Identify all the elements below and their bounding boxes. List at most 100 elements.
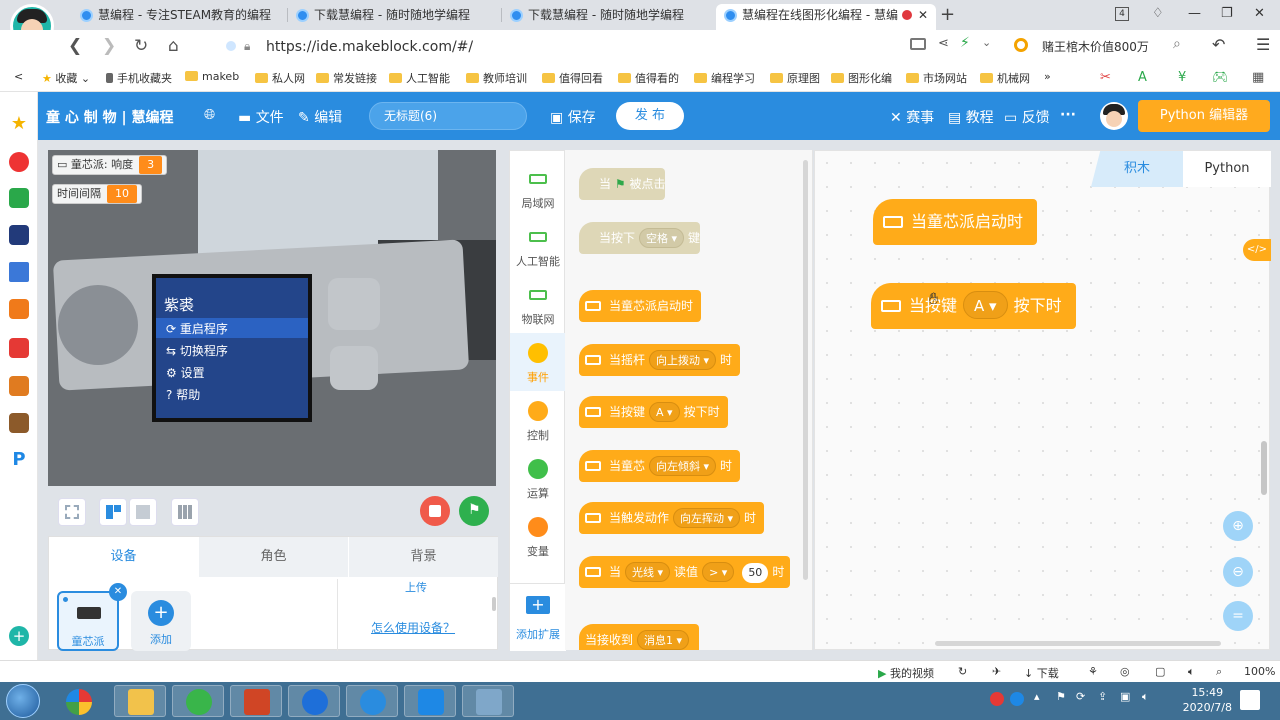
tab-backgrounds[interactable]: 背景 (349, 537, 498, 577)
layout-large-button[interactable] (99, 498, 127, 526)
share-icon[interactable]: ⋖ (938, 36, 949, 51)
accelerate-icon[interactable]: ✈︎ (992, 665, 1001, 678)
tray-app-icon[interactable]: ⚑ (1056, 690, 1066, 703)
volume-tray-icon[interactable]: 🔈︎ (1142, 690, 1149, 704)
bookmark-item[interactable]: 常发链接 (316, 70, 377, 86)
user-avatar[interactable] (1100, 102, 1128, 130)
fullscreen-button[interactable] (58, 498, 86, 526)
code-view-toggle-icon[interactable]: </> (1243, 239, 1271, 261)
variable-monitor-loudness[interactable]: ▭ 童芯派: 响度 3 (52, 155, 168, 175)
coin-icon[interactable]: ¥ (1178, 70, 1186, 85)
run-green-flag-button[interactable]: ⚑ (459, 496, 489, 526)
volume-icon[interactable]: 🔈︎ (1188, 665, 1195, 679)
add-extension-button[interactable]: + 添加扩展 (510, 583, 566, 651)
taskbar-mblock[interactable] (346, 685, 398, 717)
tutorials-menu[interactable]: ▤ 教程 (948, 107, 994, 127)
edit-menu[interactable]: ✎ 编辑 (298, 107, 342, 127)
zoom-out-button[interactable]: ⊖ (1223, 557, 1253, 587)
bookmark-item[interactable]: 市场网站 (906, 70, 967, 86)
file-menu[interactable]: ▬ 文件 (238, 107, 284, 127)
tray-expand-icon[interactable]: ▴ (1034, 690, 1040, 703)
zoom-icon[interactable]: ⌕ (1216, 665, 1222, 679)
home-icon[interactable]: ⌂ (168, 36, 179, 56)
more-bookmarks-icon[interactable]: » (1044, 70, 1051, 83)
sensor-dropdown[interactable]: 光线 ▾ (625, 562, 671, 582)
url-text[interactable]: https://ide.makeblock.com/#/ (266, 39, 473, 55)
events-menu[interactable]: ✕ 赛事 (890, 107, 934, 127)
system-clock[interactable]: 15:49 2020/7/8 (1183, 685, 1232, 715)
bookmark-item[interactable]: 私人网 (255, 70, 305, 86)
project-title-input[interactable]: 无标题(6) (369, 102, 527, 130)
publish-button[interactable]: 发 布 (616, 102, 684, 130)
code-workspace[interactable]: 积木 Python 当童芯派启动时 当按键 A ▾ 按下时 ✋︎ </> ⊕ ⊖ = (814, 150, 1271, 650)
notification-icon[interactable] (1240, 690, 1260, 710)
taskbar-app-k[interactable] (288, 685, 340, 717)
mail-icon[interactable] (9, 188, 29, 208)
category-variables[interactable]: 变量 (510, 507, 566, 565)
cleanup-icon[interactable]: ⚘ (1088, 665, 1098, 678)
taskbar-explorer[interactable] (114, 685, 166, 717)
help-tray-icon[interactable] (1010, 692, 1024, 706)
add-device-button[interactable]: + 添加 (131, 591, 191, 651)
taskbar-powerpoint[interactable] (230, 685, 282, 717)
category-iot[interactable]: 物联网 (510, 275, 566, 333)
search-hint[interactable]: 赌王棺木价值800万 (1042, 38, 1149, 55)
download-button[interactable]: ↓ 下载 (1024, 665, 1059, 681)
block-when-device-starts[interactable]: 当童芯派启动时 (579, 290, 702, 322)
key-dropdown[interactable]: 空格 ▾ (639, 228, 685, 248)
add-sidebar-icon[interactable]: + (9, 626, 29, 646)
tray-update-icon[interactable]: ⇪ (1098, 690, 1107, 703)
game-icon[interactable] (9, 299, 29, 319)
bookmark-item[interactable]: 手机收藏夹 (106, 70, 172, 86)
workspace-v-scrollbar[interactable] (1261, 441, 1267, 495)
word-doc-icon[interactable] (9, 262, 29, 282)
workspace-button-dropdown[interactable]: A ▾ (963, 291, 1008, 319)
bookmark-item[interactable]: 图形化编 (831, 70, 892, 86)
scrollbar[interactable] (492, 597, 496, 611)
tray-sync-icon[interactable]: ⟳ (1076, 690, 1085, 703)
new-tab-button[interactable]: + (940, 4, 955, 25)
workspace-block-when-button-pressed[interactable]: 当按键 A ▾ 按下时 (871, 283, 1076, 329)
stage-camera-view[interactable]: 紫裘 ⟳ 重启程序 ⇆ 切换程序 ⚙︎ 设置 ? 帮助 ▭ 童芯派: 响度 3 时… (48, 150, 496, 486)
feedback-menu[interactable]: ▭ 反馈 (1004, 107, 1050, 127)
block-when-button-pressed[interactable]: 当按键 A ▾ 按下时 (579, 396, 728, 428)
stop-button[interactable] (420, 496, 450, 526)
bookmark-item[interactable]: 原理图 (770, 70, 820, 86)
screen-cast-icon[interactable] (910, 38, 926, 50)
close-window-button[interactable]: ✕ (1254, 6, 1265, 21)
python-editor-button[interactable]: Python 编辑器 (1138, 100, 1270, 132)
operator-dropdown[interactable]: > ▾ (702, 562, 735, 582)
taskbar-network[interactable] (462, 685, 514, 717)
device-card[interactable]: 童芯派 (57, 591, 119, 651)
bookmark-favorites[interactable]: ★ 收藏 ⌄ (42, 70, 90, 86)
browser-icon[interactable]: ◎ (1120, 665, 1130, 678)
browser-tab[interactable]: 慧编程 - 专注STEAM教育的编程 (72, 4, 286, 30)
button-dropdown[interactable]: A ▾ (649, 402, 680, 422)
restore-button[interactable]: ❐ (1221, 6, 1233, 21)
category-operators[interactable]: 运算 (510, 449, 566, 507)
palette-scrollbar[interactable] (803, 160, 808, 580)
minimize-button[interactable]: — (1188, 6, 1201, 21)
block-when-gesture[interactable]: 当触发动作 向左挥动 ▾ 时 (579, 502, 765, 534)
close-tab-icon[interactable]: ✕ (918, 4, 928, 26)
scissors-icon[interactable]: ✂︎ (1100, 70, 1111, 85)
zoom-reset-button[interactable]: = (1223, 601, 1253, 631)
block-when-receive-message[interactable]: 当接收到 消息1 ▾ (579, 624, 700, 650)
bookmark-item[interactable]: 值得回看 (542, 70, 603, 86)
bookmark-item[interactable]: 编程学习 (694, 70, 755, 86)
layout-small-button[interactable] (129, 498, 157, 526)
browser-tab[interactable]: 下载慧编程 - 随时随地学编程 (502, 4, 714, 30)
chevron-down-icon[interactable]: ⌄ (982, 36, 991, 49)
block-when-flag-clicked[interactable]: 当 ⚑ 被点击 (579, 168, 666, 200)
back-icon[interactable]: ❮ (68, 36, 82, 56)
category-lan[interactable]: 局域网 (510, 159, 566, 217)
tab-count-badge[interactable]: 4 (1115, 7, 1129, 21)
save-button[interactable]: ▣ 保存 (550, 107, 596, 127)
block-when-key-pressed[interactable]: 当按下 空格 ▾ 键 (579, 222, 701, 254)
block-when-tilted[interactable]: 当童芯 向左倾斜 ▾ 时 (579, 450, 741, 482)
how-to-use-device-link[interactable]: 怎么使用设备？ (371, 619, 455, 636)
joystick-dropdown[interactable]: 向上拨动 ▾ (649, 350, 717, 370)
search-icon[interactable]: ⌕ (1173, 36, 1181, 52)
game-avatar-icon[interactable] (9, 376, 29, 396)
translate-icon[interactable]: A (1138, 70, 1147, 85)
